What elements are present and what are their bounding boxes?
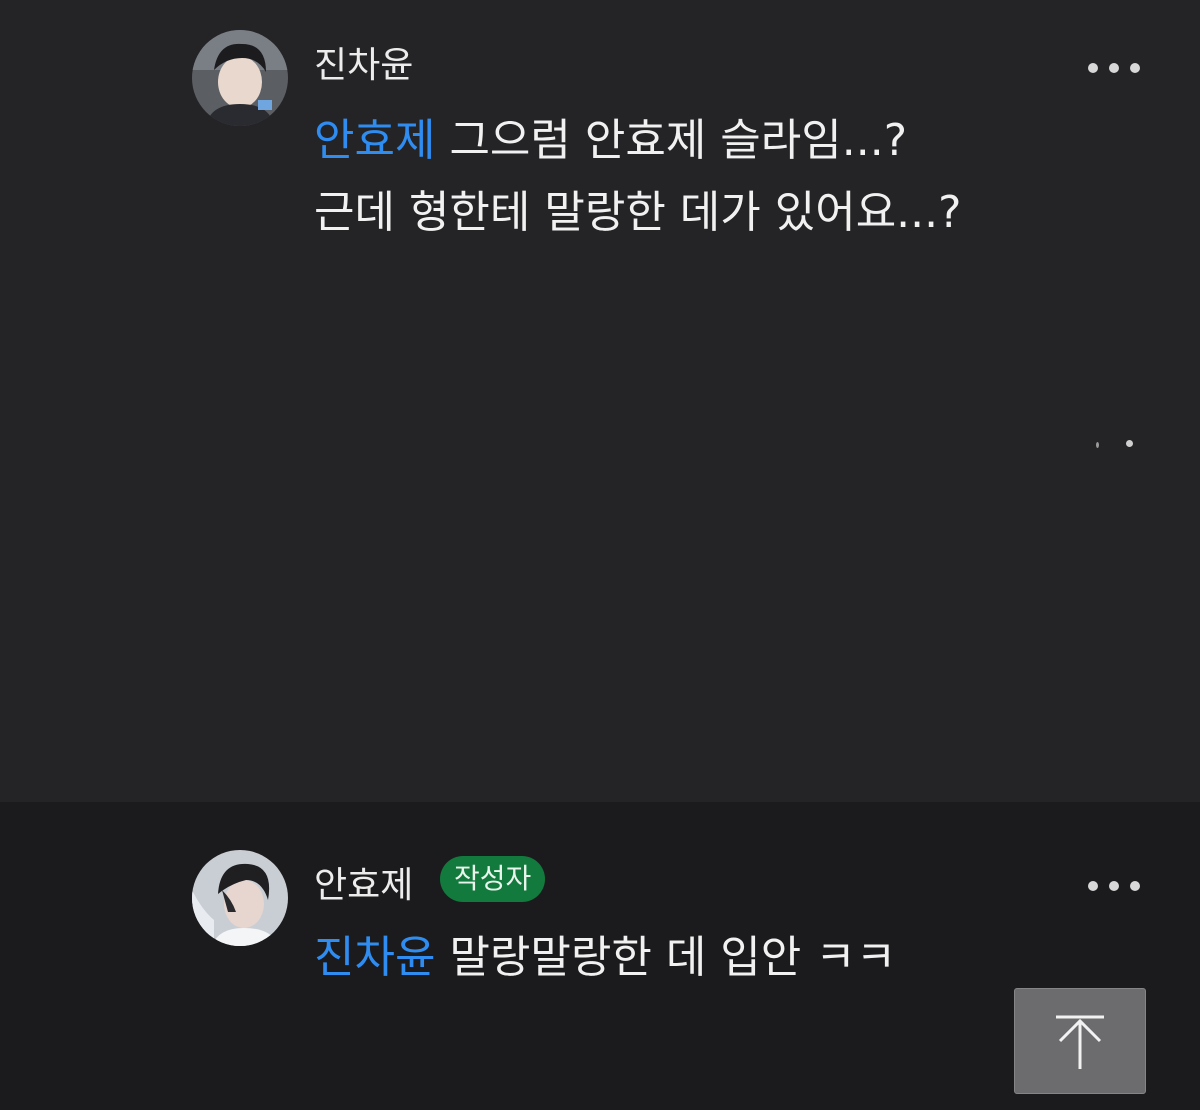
- mention-link[interactable]: 안효제: [314, 115, 435, 166]
- author-name[interactable]: 진차윤: [314, 44, 413, 88]
- comment-line: 그으럼 안효제 슬라임...?: [449, 115, 908, 166]
- decorative-dot: [1126, 440, 1133, 447]
- comment-text: 진차윤 말랑말랑한 데 입안 ㅋㅋ: [314, 922, 896, 994]
- scroll-to-top-button[interactable]: [1014, 988, 1146, 1094]
- avatar[interactable]: [192, 850, 288, 946]
- avatar[interactable]: [192, 30, 288, 126]
- avatar-image: [192, 30, 288, 126]
- comment-text: 안효제 그으럼 안효제 슬라임...? 근데 형한테 말랑한 데가 있어요...…: [314, 105, 962, 249]
- author-name[interactable]: 안효제: [314, 864, 413, 908]
- author-badge: 작성자: [440, 856, 546, 902]
- comment-page: 진차윤 안효제 그으럼 안효제 슬라임...? 근데 형한테 말랑한 데가 있어…: [0, 0, 1200, 1110]
- comment-line: 근데 형한테 말랑한 데가 있어요...?: [314, 187, 962, 238]
- more-horizontal-icon: [1088, 63, 1098, 73]
- more-options-button[interactable]: [1088, 874, 1140, 898]
- more-horizontal-icon: [1088, 881, 1098, 891]
- comment-line: 말랑말랑한 데 입안 ㅋㅋ: [449, 932, 897, 983]
- decorative-dot: [1096, 442, 1099, 448]
- comment-item: 진차윤 안효제 그으럼 안효제 슬라임...? 근데 형한테 말랑한 데가 있어…: [0, 0, 1200, 802]
- arrow-up-to-top-icon: [1056, 1015, 1104, 1069]
- avatar-image: [192, 850, 288, 946]
- more-options-button[interactable]: [1088, 56, 1140, 80]
- mention-link[interactable]: 진차윤: [314, 932, 435, 983]
